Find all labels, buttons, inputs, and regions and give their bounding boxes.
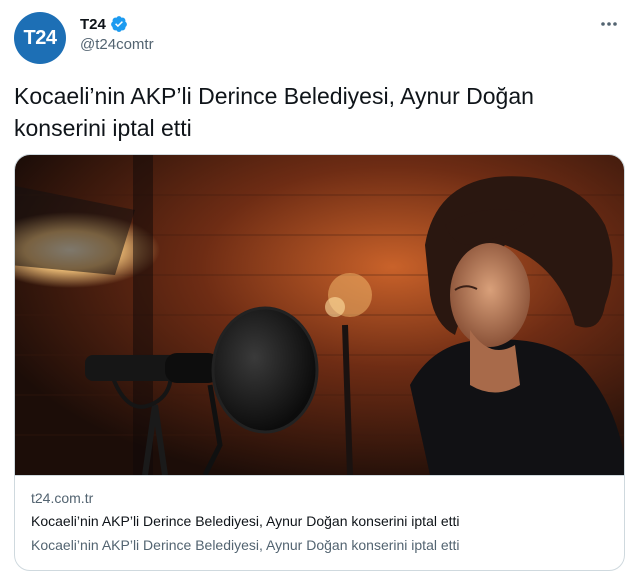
name-row: T24 bbox=[80, 14, 154, 34]
avatar[interactable]: T24 bbox=[14, 12, 66, 64]
tweet-header: T24 T24 @t24comtr bbox=[14, 10, 621, 64]
avatar-logo-text: T24 bbox=[23, 26, 57, 49]
verified-badge-icon bbox=[110, 16, 127, 32]
author-handle[interactable]: @t24comtr bbox=[80, 36, 154, 53]
card-image[interactable] bbox=[15, 155, 624, 475]
tweet-text: Kocaeli’nin AKP’li Derince Belediyesi, A… bbox=[14, 83, 534, 141]
more-dots-icon bbox=[601, 22, 617, 26]
card-title[interactable]: Kocaeli’nin AKP’li Derince Belediyesi, A… bbox=[31, 510, 608, 532]
card-domain[interactable]: t24.com.tr bbox=[31, 488, 608, 508]
more-options-icon[interactable] bbox=[597, 14, 621, 34]
display-name[interactable]: T24 bbox=[80, 16, 106, 33]
tweet[interactable]: T24 T24 @t24comtr Kocaeli’nin AKP’li Der… bbox=[0, 0, 635, 580]
card-description: Kocaeli’nin AKP’li Derince Belediyesi, A… bbox=[31, 537, 460, 553]
author-names: T24 @t24comtr bbox=[80, 14, 154, 54]
card-meta: t24.com.tr Kocaeli’nin AKP’li Derince Be… bbox=[15, 475, 624, 570]
link-card[interactable]: t24.com.tr Kocaeli’nin AKP’li Derince Be… bbox=[14, 154, 625, 571]
